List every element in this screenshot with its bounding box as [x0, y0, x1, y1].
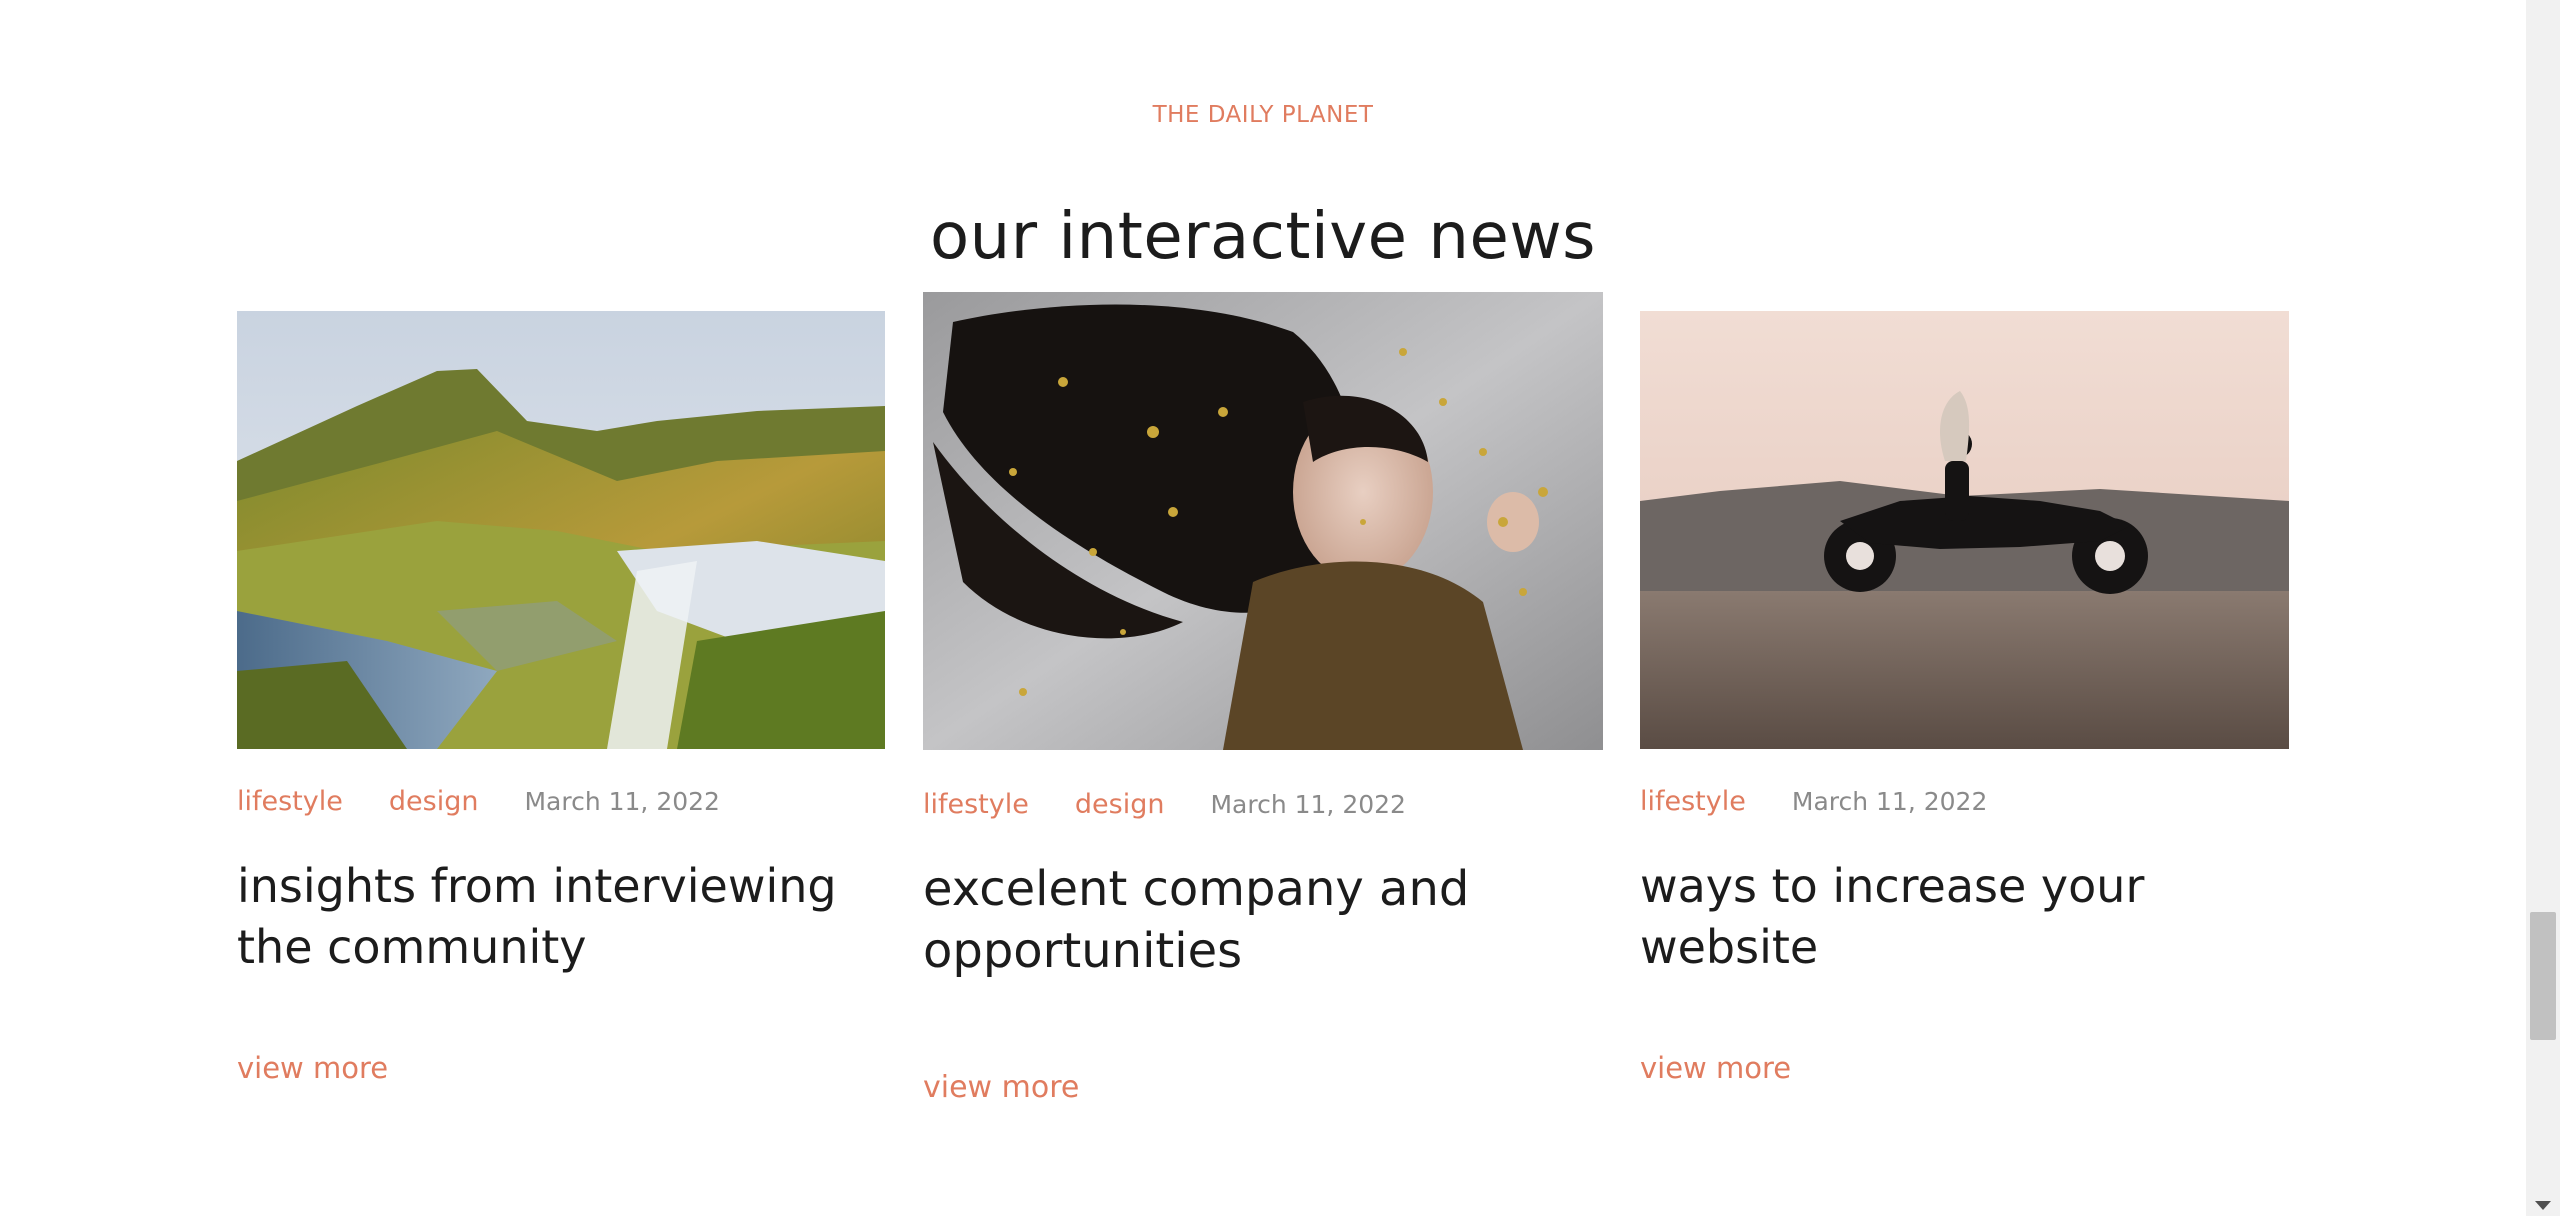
section-title: our interactive news	[930, 200, 1596, 274]
woman-stars-image	[923, 292, 1603, 750]
post-date: March 11, 2022	[1791, 787, 1988, 816]
news-card-meta: lifestyle design March 11, 2022	[923, 789, 1406, 820]
category-tag[interactable]: design	[389, 786, 479, 817]
motorcycle-sunset-image	[1640, 311, 2289, 749]
view-more-link[interactable]: view more	[1640, 1051, 1791, 1085]
category-tag[interactable]: lifestyle	[923, 789, 1029, 820]
news-card: lifestyle design March 11, 2022 excelent…	[923, 292, 1603, 1105]
post-date: March 11, 2022	[524, 787, 720, 816]
scrollbar-thumb[interactable]	[2530, 912, 2556, 1040]
section-eyebrow: THE DAILY PLANET	[1152, 102, 1374, 128]
view-more-link[interactable]: view more	[923, 1070, 1079, 1105]
post-date: March 11, 2022	[1210, 790, 1406, 819]
mountain-waterfall-image	[237, 311, 885, 749]
news-card-meta: lifestyle March 11, 2022	[1640, 786, 1987, 817]
news-card-image[interactable]	[237, 311, 885, 749]
news-card-meta: lifestyle design March 11, 2022	[237, 786, 720, 817]
news-card-title[interactable]: insights from interviewing the community	[237, 856, 857, 978]
news-card-title[interactable]: ways to increase your website	[1640, 856, 2260, 978]
page: THE DAILY PLANET our interactive news li…	[0, 0, 2526, 1216]
category-tag[interactable]: lifestyle	[237, 786, 343, 817]
category-tag[interactable]: lifestyle	[1640, 786, 1746, 817]
news-card-image[interactable]	[923, 292, 1603, 750]
news-card: lifestyle design March 11, 2022 insights…	[237, 311, 885, 1085]
vertical-scrollbar[interactable]	[2526, 0, 2560, 1216]
news-card: lifestyle March 11, 2022 ways to increas…	[1640, 311, 2289, 1085]
news-card-image[interactable]	[1640, 311, 2289, 749]
category-tag[interactable]: design	[1075, 789, 1165, 820]
news-card-title[interactable]: excelent company and opportunities	[923, 858, 1563, 982]
view-more-link[interactable]: view more	[237, 1051, 388, 1085]
scroll-down-arrow-icon[interactable]	[2535, 1201, 2551, 1210]
